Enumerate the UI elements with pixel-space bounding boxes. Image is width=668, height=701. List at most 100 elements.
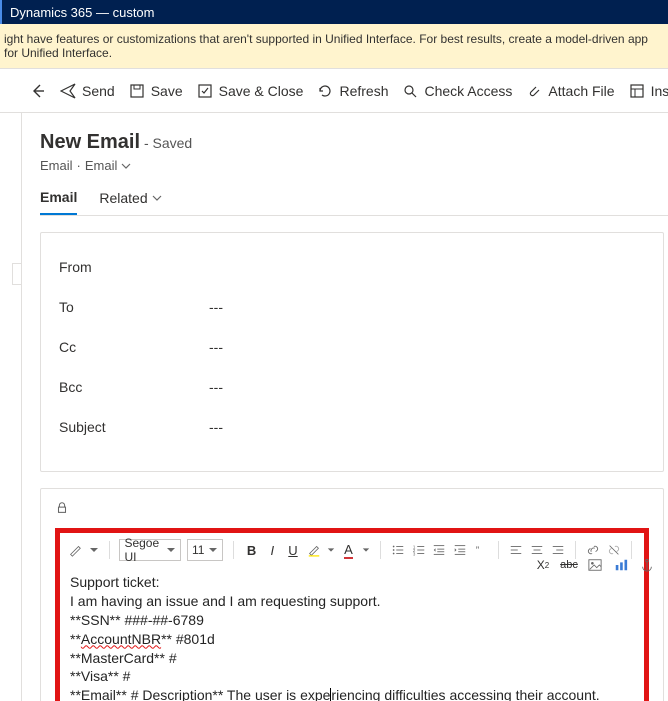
underline-button[interactable]: U <box>286 540 301 560</box>
save-label: Save <box>151 83 183 99</box>
save-close-icon <box>197 83 213 99</box>
cc-value: --- <box>209 339 223 355</box>
cc-row[interactable]: Cc --- <box>59 327 645 367</box>
bcc-label: Bcc <box>59 379 209 395</box>
caret-down-icon[interactable] <box>327 545 335 555</box>
left-rail-handle[interactable] <box>12 263 22 285</box>
to-label: To <box>59 299 209 315</box>
check-access-label: Check Access <box>424 83 512 99</box>
insert-template-button[interactable]: Insert Templat <box>629 83 668 99</box>
quote-icon: ” <box>474 543 488 557</box>
breadcrumb-b[interactable]: Email <box>85 158 118 173</box>
font-color-button[interactable]: A <box>341 540 356 560</box>
breadcrumb: Email · Email <box>40 158 668 173</box>
check-access-button[interactable]: Check Access <box>402 83 512 99</box>
outdent-button[interactable] <box>432 540 447 560</box>
numbering-button[interactable]: 123 <box>411 540 426 560</box>
bullets-button[interactable] <box>391 540 406 560</box>
caret-down-icon <box>89 545 99 555</box>
tab-related-label: Related <box>99 190 147 206</box>
back-button[interactable] <box>30 78 46 104</box>
save-icon <box>129 83 145 99</box>
refresh-button[interactable]: Refresh <box>317 83 388 99</box>
font-name-value: Segoe UI <box>124 536 162 564</box>
send-label: Send <box>82 83 115 99</box>
to-value: --- <box>209 299 223 315</box>
warning-banner: ight have features or customizations tha… <box>0 24 668 69</box>
editor-body[interactable]: Support ticket: I am having an issue and… <box>60 567 644 701</box>
align-left-icon <box>509 543 523 557</box>
tab-related[interactable]: Related <box>99 189 161 215</box>
body-line-4a: ** <box>70 631 81 647</box>
from-label: From <box>59 259 209 275</box>
to-row[interactable]: To --- <box>59 287 645 327</box>
format-painter-button[interactable] <box>68 540 83 560</box>
highlight-button[interactable] <box>306 540 321 560</box>
body-line-4c: ** #801d <box>161 631 215 647</box>
body-line-3a: **SSN** <box>70 612 124 628</box>
numbering-icon: 123 <box>412 543 426 557</box>
subject-row[interactable]: Subject --- <box>59 407 645 447</box>
format-painter-drop[interactable] <box>89 540 99 560</box>
save-close-label: Save & Close <box>219 83 304 99</box>
editor-card: X2 abc <box>40 488 664 701</box>
from-row[interactable]: From <box>59 247 645 287</box>
caret-down-icon[interactable] <box>362 545 370 555</box>
save-close-button[interactable]: Save & Close <box>197 83 304 99</box>
body-line-2: I am having an issue and I am requesting… <box>70 593 381 609</box>
indent-icon <box>453 543 467 557</box>
subject-value: --- <box>209 419 223 435</box>
outdent-icon <box>432 543 446 557</box>
indent-button[interactable] <box>453 540 468 560</box>
font-size-value: 11 <box>192 543 204 557</box>
body-line-4b: AccountNBR <box>81 631 161 647</box>
body-line-5: **MasterCard** # <box>70 650 177 666</box>
bullets-icon <box>391 543 405 557</box>
chevron-down-icon[interactable] <box>121 161 131 171</box>
subject-label: Subject <box>59 419 209 435</box>
attach-icon <box>526 83 542 99</box>
attach-file-button[interactable]: Attach File <box>526 83 614 99</box>
align-left-button[interactable] <box>509 540 524 560</box>
body-line-7a: **Email** # Description** The user is ex… <box>70 687 330 701</box>
page-header: New Email - Saved <box>40 131 668 154</box>
warning-text: ight have features or customizations tha… <box>4 32 648 60</box>
check-access-icon <box>402 83 418 99</box>
font-name-select[interactable]: Segoe UI <box>119 539 181 561</box>
command-bar: Send Save Save & Close Refresh Check Acc… <box>0 69 668 113</box>
save-button[interactable]: Save <box>129 83 183 99</box>
app-title-bar: Dynamics 365 — custom <box>0 0 668 24</box>
chevron-down-icon <box>152 193 162 203</box>
bold-button[interactable]: B <box>244 540 259 560</box>
body-line-6: **Visa** # <box>70 668 130 684</box>
body-line-7b: riencing difficulties accessing their ac… <box>331 687 599 701</box>
send-icon <box>60 83 76 99</box>
bcc-value: --- <box>209 379 223 395</box>
page-state: - Saved <box>144 135 192 151</box>
tab-email[interactable]: Email <box>40 189 77 215</box>
back-arrow-icon <box>30 83 46 99</box>
page-title: New Email <box>40 131 140 153</box>
cc-label: Cc <box>59 339 209 355</box>
left-rail <box>0 113 22 701</box>
caret-down-icon <box>166 545 176 555</box>
body-line-3b: ###-##-6789 <box>124 612 203 628</box>
quote-button[interactable]: ” <box>473 540 488 560</box>
tab-bar: Email Related <box>40 189 668 216</box>
svg-text:3: 3 <box>412 551 415 556</box>
italic-button[interactable]: I <box>265 540 280 560</box>
email-fields-card: From To --- Cc --- Bcc --- Subject --- <box>40 232 664 472</box>
app-title: Dynamics 365 — custom <box>10 5 155 20</box>
font-size-select[interactable]: 11 <box>187 539 223 561</box>
lock-icon <box>55 501 69 515</box>
refresh-icon <box>317 83 333 99</box>
tab-email-label: Email <box>40 189 77 205</box>
send-button[interactable]: Send <box>60 83 115 99</box>
attach-file-label: Attach File <box>548 83 614 99</box>
bcc-row[interactable]: Bcc --- <box>59 367 645 407</box>
lock-row <box>41 489 663 518</box>
svg-text:”: ” <box>476 545 480 557</box>
highlighted-editor-region: Segoe UI 11 B I U A <box>55 528 649 701</box>
breadcrumb-sep: · <box>77 158 81 173</box>
breadcrumb-a: Email <box>40 158 73 173</box>
